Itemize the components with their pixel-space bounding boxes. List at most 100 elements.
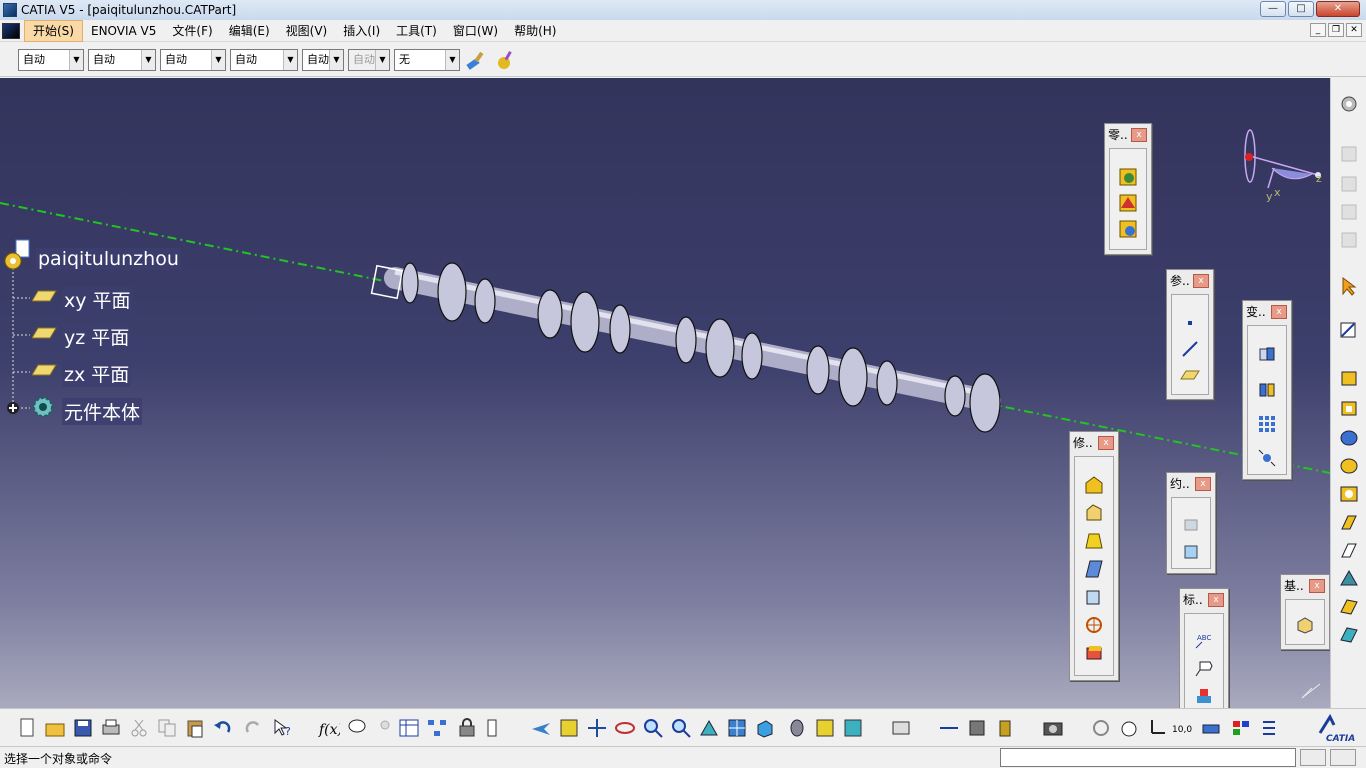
command-input[interactable] — [1000, 748, 1296, 767]
measure-item-icon[interactable] — [966, 717, 988, 739]
reorder-icon[interactable] — [484, 717, 506, 739]
refresh-icon[interactable] — [1090, 717, 1112, 739]
pad-icon[interactable] — [1338, 368, 1360, 388]
open-folder-icon[interactable] — [44, 717, 66, 739]
isometric-view-icon[interactable] — [754, 717, 776, 739]
normal-view-icon[interactable] — [698, 717, 720, 739]
new-file-icon[interactable] — [16, 717, 38, 739]
thickness-icon[interactable] — [1084, 587, 1104, 607]
tree-item-yz-plane[interactable]: yz 平面 — [62, 323, 132, 350]
menu-start[interactable]: 开始(S) — [24, 19, 83, 42]
transparency-combo[interactable]: 自动 ▼ — [88, 49, 156, 71]
doc-restore-button[interactable]: ❐ — [1328, 23, 1344, 37]
palette-constraint[interactable]: 约.. x — [1166, 472, 1216, 574]
help-arrow-icon[interactable]: ? — [272, 717, 294, 739]
remove-face-icon[interactable] — [1084, 643, 1104, 663]
flag-note-icon[interactable] — [1194, 658, 1214, 678]
edge-fillet-icon[interactable] — [1084, 475, 1104, 495]
hand-pan-icon[interactable] — [1118, 717, 1140, 739]
doc-minimize-button[interactable]: _ — [1310, 23, 1326, 37]
properties-brush-icon[interactable] — [494, 49, 516, 71]
line-icon[interactable] — [1180, 339, 1200, 359]
palette-modify-close-button[interactable]: x — [1098, 436, 1114, 450]
zoom-in-icon[interactable] — [642, 717, 664, 739]
scaling-icon[interactable] — [1257, 448, 1277, 468]
expand-plus-icon[interactable] — [5, 400, 21, 416]
tree-item-xy-plane[interactable]: xy 平面 — [62, 286, 133, 313]
design-table-icon[interactable] — [398, 717, 420, 739]
line-thickness-combo[interactable]: 自动 ▼ — [160, 49, 226, 71]
mirror-icon[interactable] — [1257, 380, 1277, 400]
loft-icon[interactable] — [1338, 596, 1360, 616]
fit-all-icon[interactable] — [558, 717, 580, 739]
compass-widget[interactable] — [1244, 129, 1321, 189]
fly-mode-icon[interactable] — [530, 717, 552, 739]
paste-icon[interactable] — [184, 717, 206, 739]
save-icon[interactable] — [72, 717, 94, 739]
hide-show-icon[interactable] — [814, 717, 836, 739]
3d-annotation-icon[interactable] — [1194, 686, 1214, 706]
tree-item-part-body[interactable]: 元件本体 — [62, 398, 143, 425]
pan-icon[interactable] — [586, 717, 608, 739]
palette-base[interactable]: 基.. x — [1280, 574, 1330, 650]
menu-help[interactable]: 帮助(H) — [506, 21, 564, 41]
palette-part-close-button[interactable]: x — [1131, 128, 1147, 142]
shell-icon[interactable] — [1084, 559, 1104, 579]
minimize-button[interactable]: — — [1260, 1, 1286, 17]
status-button-1[interactable] — [1300, 749, 1326, 766]
multi-view-icon[interactable] — [726, 717, 748, 739]
menu-tools[interactable]: 工具(T) — [388, 21, 445, 41]
palette-reference[interactable]: 参.. x — [1166, 269, 1214, 400]
settings-gear-icon[interactable] — [1338, 94, 1360, 114]
close-button[interactable]: ✕ — [1316, 1, 1360, 17]
palette-transform[interactable]: 变.. x — [1242, 300, 1292, 480]
palette-modify[interactable]: 修.. x — [1069, 431, 1119, 681]
knowledge-advisor-icon[interactable] — [346, 717, 368, 739]
thread-icon[interactable] — [1084, 615, 1104, 635]
3d-viewport[interactable]: y x z paiqitulunzhou xy 平面 yz 平面 zx 平面 元… — [0, 78, 1330, 708]
chamfer-icon[interactable] — [1084, 503, 1104, 523]
palette-annotation-close-button[interactable]: x — [1208, 593, 1224, 607]
layer-combo[interactable]: 无 ▼ — [394, 49, 460, 71]
shading-icon[interactable] — [786, 717, 808, 739]
print-icon[interactable] — [100, 717, 122, 739]
palette-part[interactable]: 零.. x — [1104, 123, 1152, 255]
palette-base-close-button[interactable]: x — [1309, 579, 1325, 593]
status-button-2[interactable] — [1330, 749, 1356, 766]
formula-icon[interactable]: f(x) — [318, 717, 340, 739]
stiffener-icon[interactable] — [1338, 568, 1360, 588]
hole-icon[interactable] — [1338, 484, 1360, 504]
menu-enovia[interactable]: ENOVIA V5 — [83, 21, 164, 41]
lock-icon[interactable] — [456, 717, 478, 739]
rotate-icon[interactable] — [614, 717, 636, 739]
palette-reference-close-button[interactable]: x — [1193, 274, 1209, 288]
maximize-button[interactable]: □ — [1288, 1, 1314, 17]
pad-feature-icon[interactable] — [1295, 614, 1315, 634]
measure-tool-icon[interactable] — [1200, 717, 1222, 739]
rib-icon[interactable] — [1338, 512, 1360, 532]
zoom-out-icon[interactable] — [670, 717, 692, 739]
menu-file[interactable]: 文件(F) — [164, 21, 220, 41]
list-icon[interactable] — [1258, 717, 1280, 739]
color-combo[interactable]: 自动 ▼ — [18, 49, 84, 71]
catia-menu-icon[interactable] — [2, 22, 20, 39]
tree-root-part[interactable]: paiqitulunzhou — [36, 248, 181, 270]
measure-between-icon[interactable] — [938, 717, 960, 739]
palette-annotation[interactable]: 标.. x ABC — [1179, 588, 1229, 708]
catalog-tree-icon[interactable] — [426, 717, 448, 739]
camshaft-model[interactable] — [370, 262, 1001, 433]
menu-window[interactable]: 窗口(W) — [445, 21, 506, 41]
undo-icon[interactable] — [212, 717, 234, 739]
point-icon[interactable] — [1180, 313, 1200, 333]
pocket-icon[interactable] — [1338, 398, 1360, 418]
tree-item-zx-plane[interactable]: zx 平面 — [62, 360, 132, 387]
plane-tool-icon[interactable] — [1180, 365, 1200, 385]
select-cursor-icon[interactable] — [1338, 276, 1360, 296]
sketcher-icon[interactable] — [1338, 320, 1360, 340]
constraint-icon[interactable] — [1181, 542, 1201, 562]
update-icon[interactable] — [890, 717, 912, 739]
part-design-icon[interactable] — [1118, 167, 1138, 187]
menu-edit[interactable]: 编辑(E) — [221, 21, 278, 41]
part-tools-icon[interactable] — [1118, 219, 1138, 239]
slot-icon[interactable] — [1338, 540, 1360, 560]
